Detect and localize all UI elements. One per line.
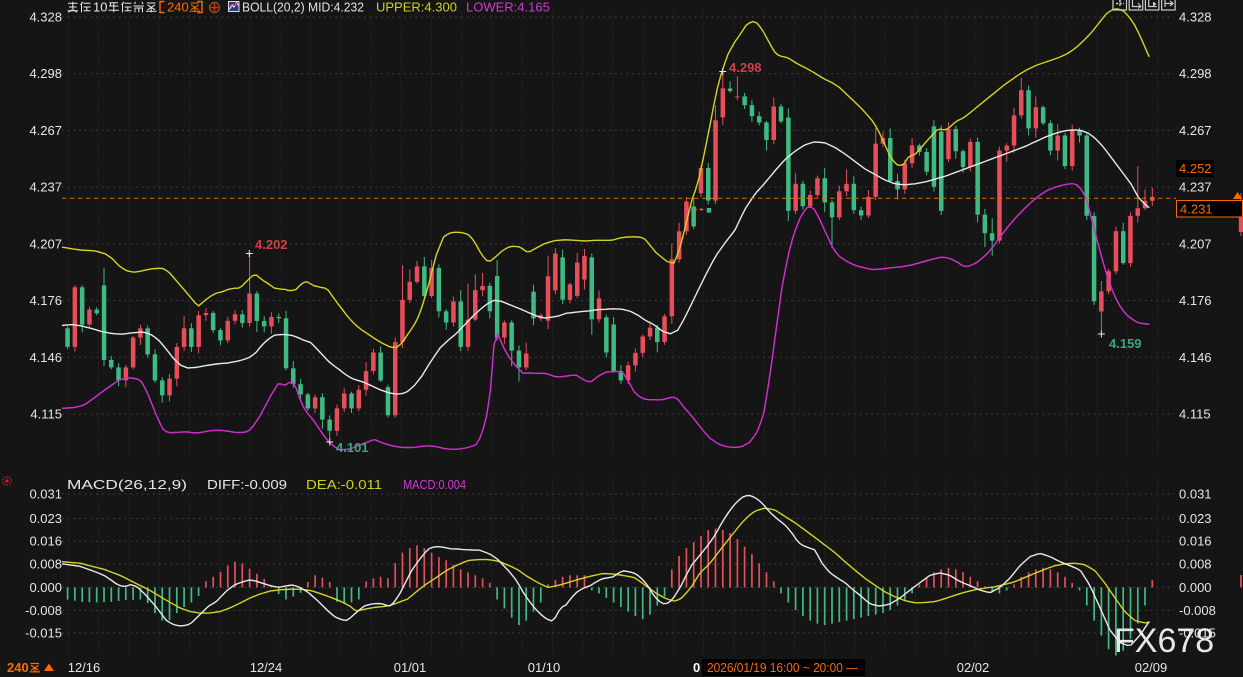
svg-text:4.115: 4.115 xyxy=(30,407,62,422)
svg-text:12/16: 12/16 xyxy=(68,660,101,675)
svg-text:4.237: 4.237 xyxy=(29,180,62,195)
svg-text:4.231: 4.231 xyxy=(1180,202,1213,217)
svg-text:4.146: 4.146 xyxy=(29,350,62,365)
svg-text:2026/01/19 16:00 ~ 20:00 —: 2026/01/19 16:00 ~ 20:00 — xyxy=(707,660,858,675)
svg-text:12/24: 12/24 xyxy=(250,660,283,675)
svg-text:0: 0 xyxy=(693,660,700,675)
svg-text:10: 10 xyxy=(93,0,107,15)
svg-text:4.298: 4.298 xyxy=(29,66,62,81)
svg-text:4.328: 4.328 xyxy=(29,10,62,25)
svg-text:240: 240 xyxy=(7,660,29,675)
svg-text:-0.008: -0.008 xyxy=(1179,603,1216,618)
svg-text:0.008: 0.008 xyxy=(1179,557,1212,572)
svg-text:4.115: 4.115 xyxy=(1179,407,1211,422)
svg-text:DIFF:-0.009: DIFF:-0.009 xyxy=(207,477,287,492)
svg-text:4.176: 4.176 xyxy=(29,293,62,308)
svg-text:4.207: 4.207 xyxy=(29,236,62,251)
svg-text:01/10: 01/10 xyxy=(528,660,561,675)
svg-text:-0.008: -0.008 xyxy=(25,603,62,618)
svg-text:4.146: 4.146 xyxy=(1179,350,1212,365)
svg-text:02/09: 02/09 xyxy=(1135,660,1168,675)
svg-text:UPPER:4.300: UPPER:4.300 xyxy=(376,0,457,15)
svg-text:0.000: 0.000 xyxy=(1179,580,1212,595)
svg-text:0.031: 0.031 xyxy=(29,487,62,502)
svg-text:4.298: 4.298 xyxy=(1179,66,1212,81)
svg-text:0.016: 0.016 xyxy=(1179,534,1212,549)
svg-text:0.008: 0.008 xyxy=(29,557,62,572)
svg-text:0.000: 0.000 xyxy=(29,580,62,595)
svg-text:0.023: 0.023 xyxy=(1179,511,1212,526)
svg-text:4.176: 4.176 xyxy=(1179,293,1212,308)
svg-text:4.237: 4.237 xyxy=(1179,180,1212,195)
svg-text:4.202: 4.202 xyxy=(255,237,288,252)
svg-text:LOWER:4.165: LOWER:4.165 xyxy=(466,0,550,15)
svg-text:4.207: 4.207 xyxy=(1179,236,1212,251)
svg-text:4.252: 4.252 xyxy=(1179,161,1212,176)
svg-text:FX678: FX678 xyxy=(1114,622,1214,660)
svg-text:02/02: 02/02 xyxy=(957,660,990,675)
svg-text:4.298: 4.298 xyxy=(729,60,762,75)
svg-text:0.023: 0.023 xyxy=(29,511,62,526)
svg-text:0.016: 0.016 xyxy=(29,534,62,549)
svg-text:BOLL(20,2) MID:4.232: BOLL(20,2) MID:4.232 xyxy=(242,0,364,15)
svg-text:4.159: 4.159 xyxy=(1109,336,1142,351)
svg-text:-0.015: -0.015 xyxy=(25,625,62,640)
svg-text:MACD:0.004: MACD:0.004 xyxy=(403,477,466,492)
svg-text:0.031: 0.031 xyxy=(1179,487,1212,502)
svg-text:4.101: 4.101 xyxy=(336,440,369,455)
svg-text:4.328: 4.328 xyxy=(1179,10,1212,25)
svg-text:01/01: 01/01 xyxy=(394,660,427,675)
svg-text:DEA:-0.011: DEA:-0.011 xyxy=(306,477,382,492)
svg-text:4.267: 4.267 xyxy=(29,123,62,138)
svg-text:240: 240 xyxy=(167,0,189,15)
svg-text:MACD(26,12,9): MACD(26,12,9) xyxy=(67,477,187,492)
svg-text:4.267: 4.267 xyxy=(1179,123,1212,138)
